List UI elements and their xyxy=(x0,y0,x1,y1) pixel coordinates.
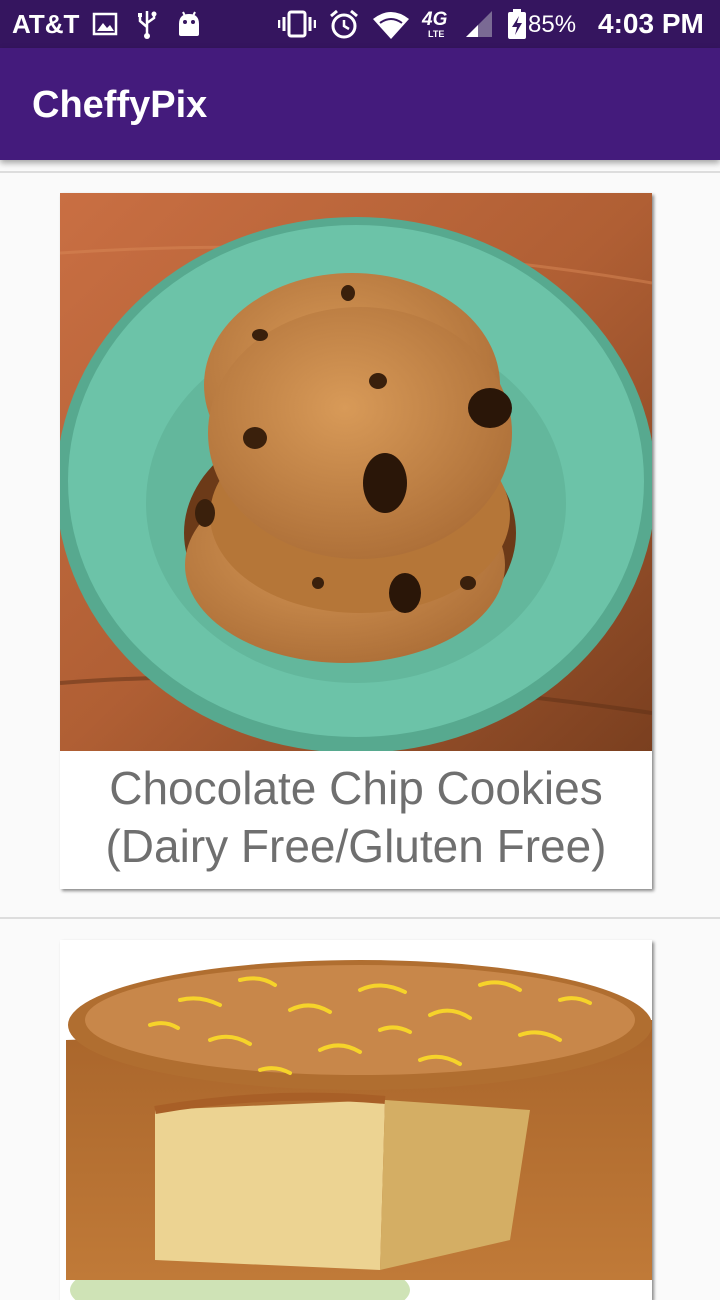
recipe-card[interactable]: Chocolate Chip Cookies (Dairy Free/Glute… xyxy=(60,193,652,889)
vibrate-icon xyxy=(278,10,316,38)
lemon-cake-photo xyxy=(60,940,652,1300)
battery-percent: 85% xyxy=(528,11,577,38)
recipe-image xyxy=(60,940,652,1300)
clock: 4:03 PM xyxy=(598,8,704,39)
android-icon xyxy=(179,11,199,36)
status-bar: AT&T 4G LTE 85% 4:03 PM xyxy=(0,0,720,48)
image-icon xyxy=(92,12,118,36)
signal-icon xyxy=(466,11,492,37)
recipe-title: Chocolate Chip Cookies (Dairy Free/Glute… xyxy=(105,762,607,872)
list-divider xyxy=(0,917,720,919)
chocolate-chip-cookies-photo xyxy=(60,193,652,751)
list-divider xyxy=(0,171,720,173)
alarm-icon xyxy=(330,9,358,39)
usb-icon xyxy=(138,11,157,39)
carrier-label: AT&T xyxy=(12,9,80,39)
wifi-icon xyxy=(373,12,409,39)
app-title: CheffyPix xyxy=(32,84,208,126)
app-bar: CheffyPix xyxy=(0,48,720,160)
battery-charging-icon xyxy=(508,9,526,39)
recipe-image xyxy=(60,193,652,751)
recipe-card[interactable] xyxy=(60,940,652,1300)
network-type-label: 4G LTE xyxy=(422,9,448,39)
